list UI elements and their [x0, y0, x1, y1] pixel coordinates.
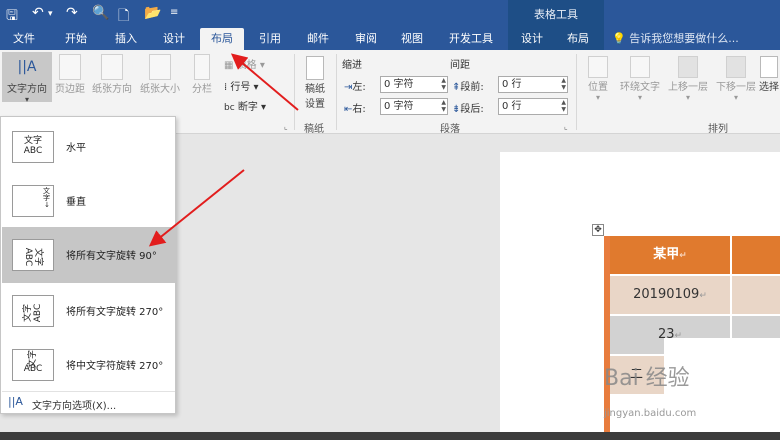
arrow-to-layout-tab — [230, 53, 299, 111]
arrow-to-rotate-90 — [148, 169, 245, 247]
annotation-arrows — [148, 53, 299, 247]
status-bar — [0, 432, 780, 440]
